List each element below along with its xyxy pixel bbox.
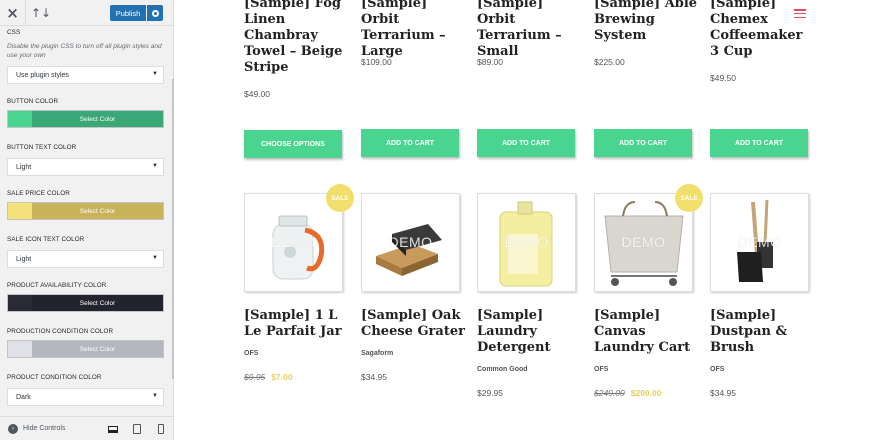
product-price: $89.00 <box>477 57 503 67</box>
product-price: $34.95 <box>710 388 736 398</box>
sale-price: $7.00 <box>271 372 293 382</box>
product-availability-color-picker[interactable]: Select Color <box>7 294 164 312</box>
shop-preview: DEMO [Sample] Fog Linen Chambray Towel –… <box>174 0 880 440</box>
css-select-value: Use plugin styles <box>16 71 69 79</box>
product-title[interactable]: [Sample] Canvas Laundry Cart <box>594 308 698 356</box>
add-to-cart-button[interactable]: ADD TO CART <box>361 129 459 157</box>
product-title[interactable]: [Sample] Fog Linen Chambray Towel – Beig… <box>244 0 348 76</box>
product-price: $49.50 <box>710 73 736 83</box>
settings-panel: CSS Disable the plugin CSS to turn off a… <box>0 26 173 416</box>
product-availability-color-label: PRODUCT AVAILABILITY COLOR <box>7 282 107 289</box>
product-title[interactable]: [Sample] Oak Cheese Grater <box>361 308 465 340</box>
hide-controls-button[interactable]: Hide Controls <box>23 425 65 432</box>
select-color-label: Select Color <box>32 295 163 311</box>
product-title[interactable]: [Sample] 1 L Le Parfait Jar <box>244 308 348 340</box>
sale-price-color-swatch <box>8 203 32 219</box>
product-image[interactable]: DEMO <box>710 193 809 292</box>
customizer-footer: ‹ Hide Controls <box>0 416 173 440</box>
button-color-picker[interactable]: Select Color <box>7 110 164 128</box>
add-to-cart-button[interactable]: ADD TO CART <box>594 129 692 157</box>
product-title[interactable]: [Sample] Laundry Detergent <box>477 308 581 356</box>
publish-button[interactable]: Publish <box>110 5 146 21</box>
button-text-color-select[interactable]: Light ▼ <box>7 158 164 176</box>
product-title[interactable]: [Sample] Chemex Coffeemaker 3 Cup <box>710 0 814 60</box>
mobile-preview-icon[interactable] <box>155 423 167 435</box>
demo-watermark: DEMO <box>737 234 782 250</box>
tablet-preview-icon[interactable] <box>131 423 143 435</box>
product-price: $49.00 <box>244 89 270 99</box>
chevron-down-icon: ▼ <box>152 71 158 77</box>
css-select[interactable]: Use plugin styles ▼ <box>7 66 164 84</box>
desktop-preview-icon[interactable] <box>107 423 119 435</box>
add-to-cart-button[interactable]: ADD TO CART <box>477 129 575 157</box>
demo-watermark: DEMO <box>388 234 433 250</box>
chevron-down-icon: ▼ <box>152 393 158 399</box>
product-image[interactable]: DEMO <box>244 193 343 292</box>
product-condition-color-label: PRODUCT CONDITION COLOR <box>7 374 102 381</box>
add-to-cart-button[interactable]: ADD TO CART <box>710 129 808 157</box>
product-title[interactable]: [Sample] Able Brewing System <box>594 0 698 44</box>
chevron-down-icon: ▼ <box>152 255 158 261</box>
button-text-color-label: BUTTON TEXT COLOR <box>7 144 77 151</box>
product-title[interactable]: [Sample] Dustpan & Brush <box>710 308 814 356</box>
product-availability-color-swatch <box>8 295 32 311</box>
css-label: CSS <box>7 29 21 36</box>
select-color-label: Select Color <box>32 341 163 357</box>
sale-price-color-label: SALE PRICE COLOR <box>7 190 70 197</box>
collapse-icon[interactable]: ‹ <box>8 424 18 434</box>
product-image[interactable]: DEMO <box>477 193 576 292</box>
production-condition-color-picker[interactable]: Select Color <box>7 340 164 358</box>
product-condition-color-select[interactable]: Dark ▼ <box>7 388 164 406</box>
original-price: $9.95 <box>244 372 266 382</box>
close-icon[interactable]: × <box>0 0 26 26</box>
demo-watermark: DEMO <box>271 234 316 250</box>
product-price: $109.00 <box>361 57 392 67</box>
product-price: $29.95 <box>477 388 503 398</box>
demo-watermark: DEMO <box>504 234 549 250</box>
css-description: Disable the plugin CSS to turn off all p… <box>7 43 162 59</box>
original-price: $249.00 <box>594 388 625 398</box>
button-text-color-value: Light <box>16 163 32 171</box>
product-brand: OFS <box>710 366 725 373</box>
sale-badge: SALE <box>675 184 703 212</box>
choose-options-button[interactable]: CHOOSE OPTIONS <box>244 130 342 158</box>
demo-watermark: DEMO <box>621 234 666 250</box>
chevron-down-icon: ▼ <box>152 163 158 169</box>
sale-icon-text-color-value: Light <box>16 255 32 263</box>
customizer-header: × ↑↓ Publish <box>0 0 173 26</box>
button-color-swatch <box>8 111 32 127</box>
production-condition-color-swatch <box>8 341 32 357</box>
product-price: $9.95 $7.00 <box>244 372 293 382</box>
product-price: $249.00 $200.00 <box>594 388 661 398</box>
product-brand: Sagaform <box>361 350 394 357</box>
product-condition-color-value: Dark <box>16 393 31 401</box>
sale-badge: SALE <box>326 184 354 212</box>
reorder-icon[interactable]: ↑↓ <box>28 0 54 26</box>
sale-icon-text-color-label: SALE ICON TEXT COLOR <box>7 236 85 243</box>
select-color-label: Select Color <box>32 111 163 127</box>
product-title[interactable]: [Sample] Orbit Terrarium – Small <box>477 0 581 60</box>
button-color-label: BUTTON COLOR <box>7 98 59 105</box>
production-condition-color-label: PRODUCTION CONDITION COLOR <box>7 328 114 335</box>
sale-price-color-picker[interactable]: Select Color <box>7 202 164 220</box>
product-title[interactable]: [Sample] Orbit Terrarium – Large <box>361 0 465 60</box>
customizer-sidebar: × ↑↓ Publish CSS Disable the plugin CSS … <box>0 0 174 440</box>
product-brand: OFS <box>244 350 259 357</box>
product-brand: OFS <box>594 366 609 373</box>
sale-icon-text-color-select[interactable]: Light ▼ <box>7 250 164 268</box>
product-image[interactable]: DEMO <box>361 193 460 292</box>
product-price: $34.95 <box>361 372 387 382</box>
sale-price: $200.00 <box>630 388 662 398</box>
publish-settings-gear-icon[interactable] <box>147 5 163 21</box>
select-color-label: Select Color <box>32 203 163 219</box>
product-price: $225.00 <box>594 57 625 67</box>
product-brand: Common Good <box>477 366 528 373</box>
